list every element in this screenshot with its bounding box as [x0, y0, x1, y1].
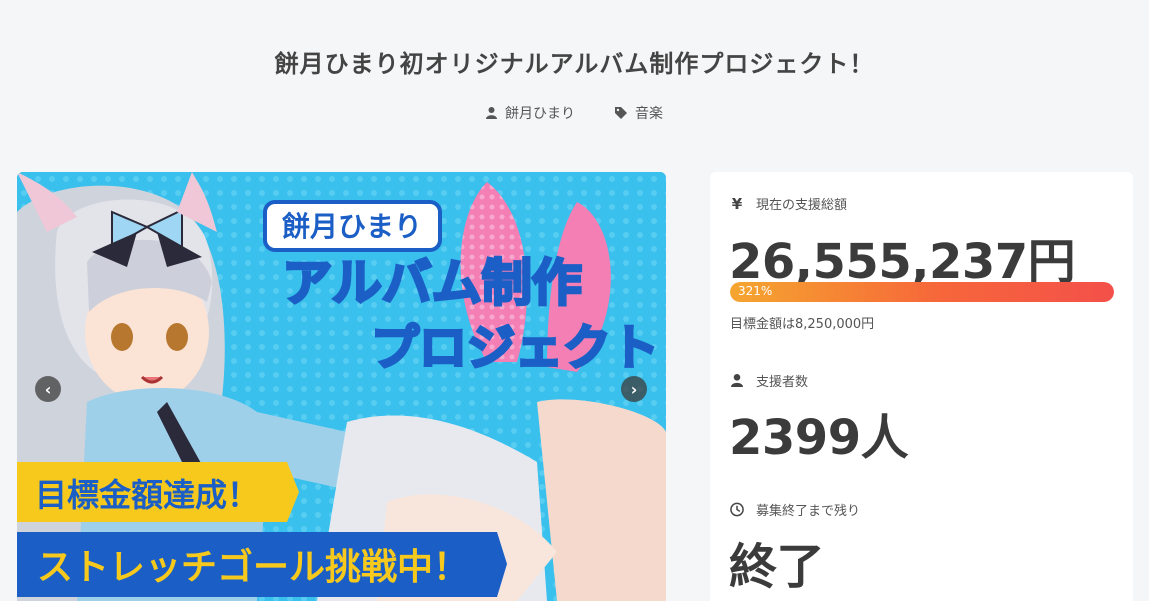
user-icon [730, 374, 744, 387]
backers-label: 支援者数 [756, 375, 809, 390]
project-key-visual: 餅月ひまり アルバム制作 プロジェクト 目標金額達成！ ストレッチゴール挑戦中！ [17, 172, 666, 601]
page-title: 餅月ひまり初オリジナルアルバム制作プロジェクト！ [274, 50, 875, 78]
funding-stats-panel: ¥ 現在の支援総額 26,555,237円 321% 目標金額は8,250,00… [710, 172, 1133, 601]
banner-name: 餅月ひまり [282, 210, 422, 243]
banner-line2: プロジェクト [371, 320, 659, 376]
funding-progress-bar: 321% [730, 282, 1114, 302]
remaining-label: 募集終了まで残り [756, 504, 861, 519]
author-name: 餅月ひまり [505, 106, 575, 122]
progress-fill [730, 282, 1114, 302]
project-image-carousel[interactable]: 餅月ひまり アルバム制作 プロジェクト 目標金額達成！ ストレッチゴール挑戦中！ [17, 172, 666, 601]
chevron-left-icon: ‹ [44, 379, 52, 399]
carousel-prev-button[interactable]: ‹ [35, 376, 61, 402]
ribbon-stretch-goal: ストレッチゴール挑戦中！ [37, 546, 469, 588]
clock-icon [730, 502, 744, 517]
progress-percent: 321% [738, 284, 773, 298]
remaining-value: 終了 [729, 539, 825, 595]
yen-icon: ¥ [731, 194, 743, 213]
user-icon [486, 107, 497, 119]
backers-count: 2399人 [729, 410, 909, 466]
remaining-label-row: 募集終了まで残り [730, 500, 860, 519]
tag-icon [615, 107, 627, 119]
project-meta: 餅月ひまり 音楽 [0, 103, 1149, 123]
carousel-next-button[interactable]: › [621, 376, 647, 402]
author-link[interactable]: 餅月ひまり [486, 103, 575, 123]
total-label-row: ¥ 現在の支援総額 [730, 194, 848, 214]
goal-amount: 目標金額は8,250,000円 [730, 317, 875, 332]
ribbon-goal-reached: 目標金額達成！ [35, 476, 259, 514]
backers-label-row: 支援者数 [730, 371, 808, 390]
category-link[interactable]: 音楽 [615, 103, 663, 123]
chevron-right-icon: › [630, 379, 638, 399]
category-name: 音楽 [635, 106, 663, 122]
banner-line1: アルバム制作 [282, 254, 582, 312]
total-label: 現在の支援総額 [756, 198, 848, 213]
